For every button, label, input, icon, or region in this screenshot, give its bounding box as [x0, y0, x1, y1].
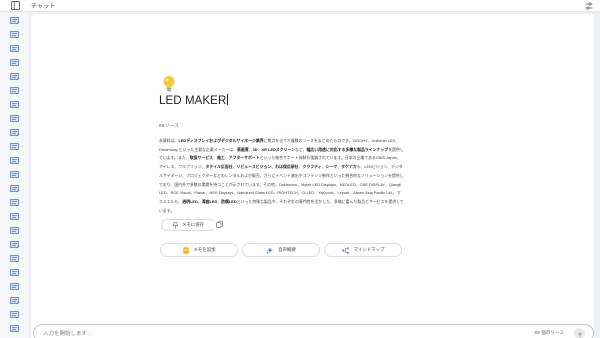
audio-overview-button[interactable]: 音声概要	[242, 243, 320, 257]
chat-title: チャット	[31, 4, 56, 10]
pin-icon	[173, 221, 179, 229]
note-icon	[182, 246, 189, 254]
document-icon[interactable]	[10, 59, 19, 66]
summary-keyword: アフターサポート	[228, 155, 260, 161]
document-icon[interactable]	[10, 17, 19, 24]
copy-button[interactable]	[213, 219, 225, 231]
summary-keyword: わは保広研社	[275, 164, 299, 170]
notebook-summary: 本資料は、LEDディスプレイおよびデジタルサイネージ業界に焦点を当てた複数のソー…	[159, 137, 404, 215]
summary-keyword: XR LEDスクリーン	[261, 146, 296, 152]
notebook-title[interactable]: LED MAKER	[159, 94, 229, 107]
summary-keyword: 施工	[216, 155, 225, 161]
summary-keyword: 湾曲LED	[201, 198, 218, 204]
summary-keyword: タテイル広告社	[205, 164, 233, 170]
document-icon[interactable]	[10, 283, 19, 290]
document-icon[interactable]	[10, 185, 19, 192]
document-icon[interactable]	[10, 227, 19, 234]
document-icon[interactable]	[10, 129, 19, 136]
save-to-note-button[interactable]: メモに保存	[161, 219, 216, 231]
summary-text: 本資料は、	[159, 138, 179, 143]
sparkle-icon	[266, 246, 274, 254]
summary-keyword: クラフティ	[302, 164, 322, 170]
summary-keyword: シーマ	[325, 164, 338, 170]
summary-keyword: LEDディスプレイおよびデジタルサイネージ業界	[178, 138, 264, 143]
document-icon[interactable]	[10, 297, 19, 304]
document-icon[interactable]	[10, 157, 19, 164]
summary-keyword: 防爆LED	[221, 198, 237, 204]
document-icon[interactable]	[10, 115, 19, 122]
add-note-button[interactable]: メモを追加	[160, 243, 238, 257]
document-icon[interactable]	[10, 101, 19, 108]
document-icon[interactable]	[10, 241, 19, 248]
summary-keyword: 高画質	[237, 146, 249, 152]
summary-keyword: 透明LED	[182, 198, 198, 204]
summary-keyword: タケナカ	[341, 164, 357, 170]
mind-map-label: マインドマップ	[353, 247, 385, 252]
tune-icon[interactable]	[584, 1, 594, 11]
document-icon[interactable]	[10, 213, 19, 220]
copy-icon	[215, 221, 223, 229]
summary-keyword: リビュースビジョン	[236, 164, 272, 170]
source-sidebar	[0, 13, 28, 338]
document-icon[interactable]	[10, 311, 19, 318]
add-note-label: メモを追加	[193, 247, 216, 252]
send-button[interactable]	[574, 328, 585, 338]
document-icon[interactable]	[10, 87, 19, 94]
document-icon[interactable]	[10, 45, 19, 52]
document-icon[interactable]	[10, 171, 19, 178]
send-arrow-icon	[577, 325, 583, 338]
summary-keyword: 取扱サービス	[189, 155, 214, 161]
notebook-title-text: LED MAKER	[159, 95, 227, 107]
document-icon[interactable]	[10, 269, 19, 276]
lightbulb-icon	[163, 76, 175, 92]
document-icon[interactable]	[10, 255, 19, 262]
chat-input-bar: 入力を開始します… 89 個のソース	[33, 324, 594, 338]
panel-toggle-icon[interactable]	[9, 0, 21, 11]
mind-map-button[interactable]: マインドマップ	[324, 243, 402, 257]
input-source-count: 89 個のソース	[534, 330, 564, 335]
audio-overview-label: 音声概要	[278, 247, 296, 252]
summary-keyword: 幅広い用途に対応する多様な製品ラインナップ	[306, 146, 389, 152]
summary-text: など、	[295, 146, 307, 152]
document-icon[interactable]	[10, 325, 19, 332]
text-caret	[227, 94, 229, 105]
chat-header: チャット	[0, 0, 600, 12]
document-icon[interactable]	[10, 199, 19, 206]
mindmap-icon	[341, 246, 349, 254]
chat-input[interactable]: 入力を開始します…	[43, 329, 93, 337]
document-icon[interactable]	[10, 31, 19, 38]
document-icon[interactable]	[10, 73, 19, 80]
document-icon[interactable]	[10, 143, 19, 150]
source-count: 89 ソース	[159, 123, 179, 128]
save-to-note-label: メモに保存	[182, 222, 204, 227]
